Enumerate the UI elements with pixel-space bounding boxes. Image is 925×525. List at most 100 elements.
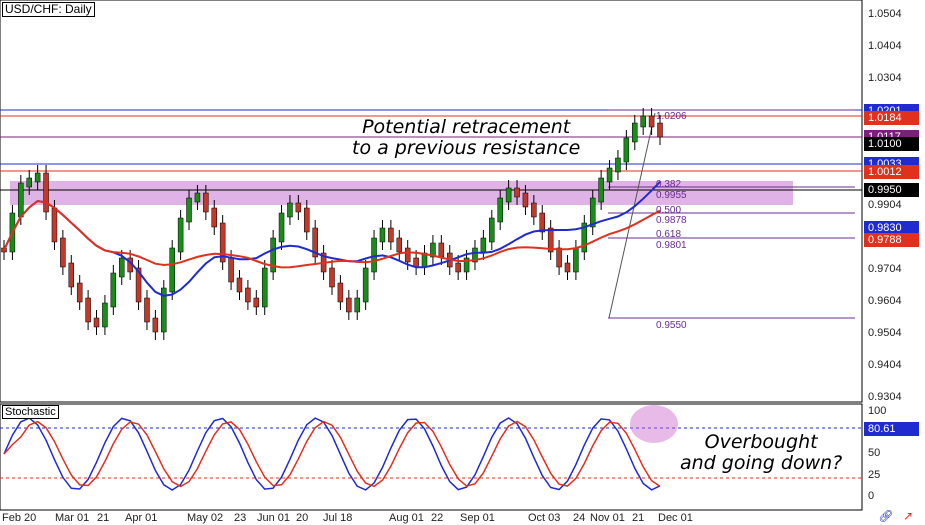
overbought-highlight: [630, 405, 678, 443]
candle-body: [43, 172, 49, 213]
candle-body: [379, 227, 386, 243]
price-axis-label: 0.9304: [868, 391, 902, 403]
date-axis-label: 23: [234, 512, 247, 524]
candle-body: [295, 202, 302, 213]
candle-body: [531, 202, 537, 218]
candle-body: [60, 237, 66, 268]
price-tag: 0.9788: [864, 233, 919, 247]
candle-body: [76, 282, 83, 303]
candle-body: [573, 247, 579, 273]
arrow-icon[interactable]: ↗: [903, 509, 913, 523]
candle-body: [606, 167, 613, 183]
date-axis-label: Aug 01: [389, 512, 424, 524]
chart-symbol-label: USD/CHF: Daily: [2, 2, 95, 17]
candle-body: [640, 115, 646, 128]
date-axis-label: Nov 01: [590, 512, 625, 524]
candle-body: [648, 115, 655, 128]
candle-body: [413, 257, 419, 268]
date-axis-label: Apr 01: [125, 512, 158, 524]
date-axis-label: Dec 01: [658, 512, 693, 524]
stoch-axis-label: 50: [868, 447, 881, 459]
candle-body: [396, 237, 403, 253]
indicator-label: Stochastic: [2, 405, 59, 419]
candle-body: [623, 137, 630, 163]
candle-body: [287, 202, 293, 218]
candle-body: [186, 197, 192, 223]
link-icon[interactable]: 🔗︎: [878, 509, 893, 523]
price-axis-label: 0.9604: [868, 295, 902, 307]
candle-body: [404, 247, 411, 263]
date-axis-label: May 02: [187, 512, 224, 524]
annotation-line-1: Overbought: [704, 431, 818, 453]
candle-body: [539, 212, 546, 233]
fib-label: 0.9878: [656, 215, 687, 226]
date-axis-label: Jun 01: [257, 512, 291, 524]
date-axis-label: Sep 01: [460, 512, 495, 524]
candle-body: [371, 237, 377, 273]
candle-body: [455, 262, 461, 273]
candle-body: [438, 242, 445, 258]
annotation-line-2: to a previous resistance: [352, 137, 581, 159]
candle-body: [34, 172, 41, 183]
candle-body: [337, 282, 344, 303]
date-axis-label: Jul 18: [323, 512, 353, 524]
candle-body: [497, 197, 503, 223]
price-axis-label: 1.0504: [868, 8, 902, 20]
candle-body: [480, 237, 487, 253]
candle-body: [68, 262, 75, 288]
candle-body: [194, 192, 201, 203]
date-axis-label: 24: [573, 512, 586, 524]
price-axis-label: 1.0304: [868, 72, 902, 84]
candle-body: [598, 177, 604, 203]
price-tag: 1.0184: [864, 111, 919, 125]
candle-body: [556, 247, 562, 268]
candle-body: [169, 247, 175, 293]
candle-body: [228, 257, 234, 283]
candle-body: [489, 217, 495, 243]
price-tag: 1.0100: [864, 137, 919, 151]
candle-body: [26, 177, 32, 188]
candle-body: [564, 262, 571, 273]
candle-body: [615, 157, 621, 173]
date-axis-label: Oct 03: [528, 512, 561, 524]
price-axis-label: 1.0404: [868, 40, 902, 52]
candle-body: [18, 182, 24, 218]
date-axis-label: 20: [24, 512, 37, 524]
candle-body: [354, 297, 360, 313]
candle-body: [152, 317, 159, 333]
price-axis-label: 0.9504: [868, 327, 902, 339]
annotation-line-2: and going down?: [680, 452, 843, 474]
fib-label: 0.9801: [656, 240, 687, 251]
stochastic-annotation: Overbought and going down?: [680, 432, 842, 474]
fib-label: 0.382: [656, 179, 682, 190]
price-axis-label: 0.9904: [868, 199, 902, 211]
candle-body: [388, 227, 394, 243]
candle-body: [93, 317, 100, 328]
candle-body: [203, 192, 209, 213]
candle-body: [632, 122, 638, 143]
candle-body: [278, 212, 285, 243]
date-axis-label: 21: [632, 512, 645, 524]
stoch-axis-label: 25: [868, 469, 881, 481]
candle-body: [261, 267, 268, 308]
candle-body: [144, 297, 150, 323]
candle-body: [346, 297, 352, 313]
candle-body: [110, 272, 117, 308]
date-axis-label: 21: [97, 512, 110, 524]
candle-body: [118, 257, 125, 278]
candle-body: [85, 297, 91, 323]
fib-label: 1.0206: [656, 111, 687, 122]
candle-body: [245, 287, 251, 303]
stoch-value-tag: 80.61: [864, 422, 919, 436]
candle-body: [304, 207, 310, 233]
price-tag: 1.0012: [864, 165, 919, 179]
date-axis-label: Mar 01: [55, 512, 90, 524]
candle-body: [329, 267, 335, 288]
candle-body: [177, 217, 184, 253]
candle-body: [514, 187, 520, 198]
price-axis-label: 0.9704: [868, 263, 902, 275]
candle-body: [253, 297, 260, 308]
candle-body: [522, 192, 529, 208]
footer-icons: 🔗︎ ↗: [872, 509, 913, 523]
resistance-annotation: Potential retracement to a previous resi…: [352, 117, 580, 159]
